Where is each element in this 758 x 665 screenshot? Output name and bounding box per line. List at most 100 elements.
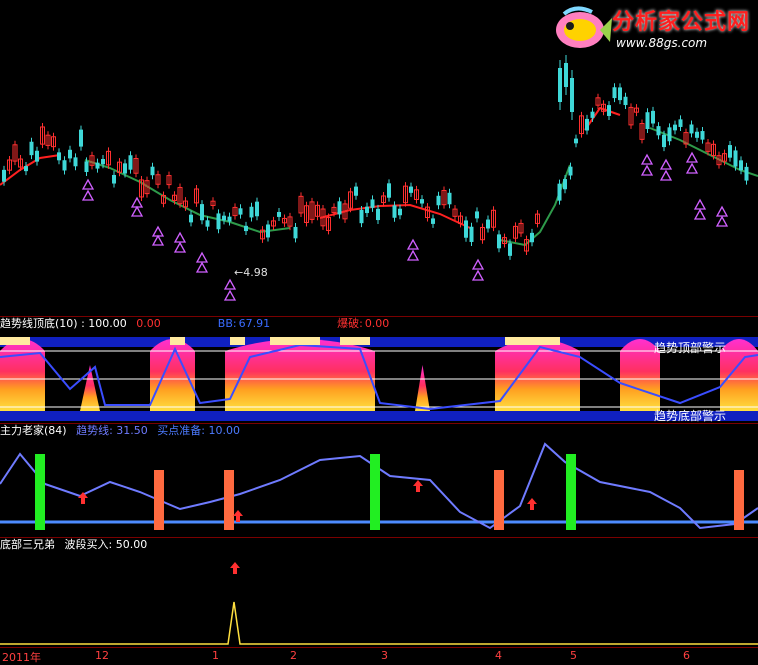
candle-body xyxy=(189,214,193,223)
trend-bottom-warning-label: 趋势底部警示 xyxy=(654,409,727,423)
candle-body xyxy=(29,141,34,156)
bottom-band xyxy=(0,411,758,421)
green-bar xyxy=(35,454,45,530)
axis-label: 5 xyxy=(570,649,577,662)
candle-body xyxy=(447,192,452,205)
candle-body xyxy=(376,208,380,221)
candle-body xyxy=(387,183,391,198)
buy-triangle-marker xyxy=(151,234,165,246)
candle-body xyxy=(568,166,573,176)
candle-body xyxy=(486,219,490,229)
buy-triangle-marker xyxy=(223,278,237,290)
candle-body xyxy=(398,208,402,216)
green-bar xyxy=(370,454,380,530)
candle-body xyxy=(645,112,650,130)
candle-body xyxy=(293,226,298,239)
candle-body xyxy=(689,124,694,134)
price-chart-pane[interactable]: ←4.98 分析家公式网 www.88gs.com xyxy=(0,0,758,316)
heat-area xyxy=(225,339,375,411)
buy-triangle-marker xyxy=(471,269,485,281)
buy-triangle-marker xyxy=(130,196,144,208)
candle-body xyxy=(508,243,512,256)
pane1-indicator: 趋势线顶底(10) : 100.00 xyxy=(0,317,127,330)
axis-label: 12 xyxy=(95,649,109,662)
green-bar xyxy=(566,454,576,530)
candle-body xyxy=(618,87,622,101)
candle-body xyxy=(739,160,743,171)
top-signal-block xyxy=(170,337,185,345)
candle-body xyxy=(469,226,474,242)
pane2-indicator: 主力老家(84) xyxy=(0,424,67,437)
candle-body xyxy=(733,150,738,167)
candle-body xyxy=(216,213,221,230)
trend-top-bottom-pane[interactable]: 趋势线顶底(10) : 100.00 0.00 BB: 67.91 爆破: 0.00… xyxy=(0,317,758,423)
candle-body xyxy=(700,131,705,140)
fish-logo-icon xyxy=(556,6,612,48)
candle-body xyxy=(570,78,574,112)
candle-body xyxy=(667,127,672,142)
buy-triangle-marker xyxy=(223,289,237,301)
buy-triangle-marker xyxy=(173,231,187,243)
axis-label: 4 xyxy=(495,649,502,662)
pane1-value3: 67.91 xyxy=(238,317,271,330)
candle-body xyxy=(651,110,655,124)
pane2-header: 主力老家(84) 趋势线: 31.50 买点准备: 10.00 xyxy=(0,424,246,438)
orange-bar xyxy=(494,470,504,530)
ma-line xyxy=(84,159,291,234)
candle-body xyxy=(84,161,89,173)
buy-triangle-marker xyxy=(693,198,707,210)
candle-body xyxy=(266,224,270,238)
candle-body xyxy=(244,225,248,232)
candle-body xyxy=(123,163,127,174)
candle-body xyxy=(464,220,468,238)
orange-bar xyxy=(734,470,744,530)
buy-triangle-marker xyxy=(659,158,673,170)
candle-body xyxy=(612,87,617,99)
candle-body xyxy=(436,195,441,206)
up-arrow-icon xyxy=(413,480,423,492)
candle-body xyxy=(695,131,699,138)
heat-area xyxy=(415,365,430,411)
candle-body xyxy=(227,216,232,222)
candle-body xyxy=(68,149,72,159)
pane3-buy-label: 波段买入: 50.00 xyxy=(64,538,148,551)
candle-body xyxy=(497,234,501,249)
candle-body xyxy=(574,138,578,144)
buy-triangle-marker xyxy=(715,205,729,217)
bottom-three-brothers-pane[interactable]: 底部三兄弟 波段买入: 50.00 xyxy=(0,538,758,647)
site-logo: 分析家公式网 www.88gs.com xyxy=(552,2,756,56)
buy-triangle-marker xyxy=(195,251,209,263)
main-force-chart xyxy=(0,442,758,530)
candle-body xyxy=(392,205,397,218)
candle-body xyxy=(101,159,105,165)
candle-body xyxy=(255,201,259,217)
candle-body xyxy=(585,118,589,131)
main-force-pane[interactable]: 主力老家(84) 趋势线: 31.50 买点准备: 10.00 xyxy=(0,424,758,537)
buy-triangle-marker xyxy=(640,153,654,165)
buy-triangle-marker xyxy=(659,169,673,181)
candle-body xyxy=(590,111,595,118)
candle-body xyxy=(35,150,39,162)
top-signal-block xyxy=(340,337,370,345)
pane3-indicator: 底部三兄弟 xyxy=(0,538,55,551)
candle-body xyxy=(2,169,6,182)
candle-body xyxy=(728,145,732,158)
candle-body xyxy=(62,160,67,171)
up-arrow-icon xyxy=(230,562,240,574)
candle-body xyxy=(365,206,369,214)
heat-area xyxy=(150,339,195,411)
candle-body xyxy=(607,105,611,116)
bottom-three-brothers-chart xyxy=(0,562,758,645)
orange-bar xyxy=(224,470,234,530)
candle-body xyxy=(420,199,424,204)
candle-body xyxy=(150,166,155,176)
candle-body xyxy=(678,119,683,127)
logo-url: www.88gs.com xyxy=(616,36,708,50)
pane2-line-label: 趋势线: 31.50 xyxy=(76,424,148,437)
pane1-value4-label: 爆破: xyxy=(337,317,363,330)
top-signal-block xyxy=(505,337,560,345)
buy-triangle-marker xyxy=(640,164,654,176)
candle-body xyxy=(431,218,435,224)
buy-triangle-marker xyxy=(81,178,95,190)
candle-body xyxy=(557,183,562,201)
